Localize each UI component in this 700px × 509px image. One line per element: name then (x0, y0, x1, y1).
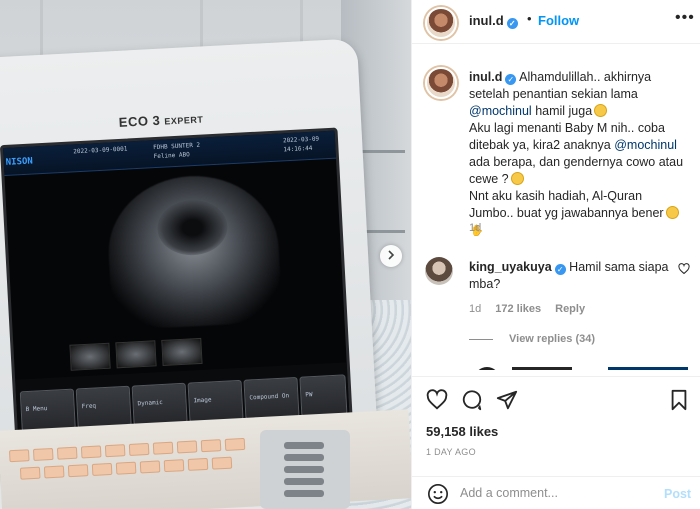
follow-button[interactable]: Follow (538, 13, 579, 28)
keyboard-key (56, 446, 78, 460)
scan-thumbnail (161, 337, 203, 366)
comment-input[interactable] (460, 486, 650, 500)
ultrasound-monitor: ECO 3 EXPERT NISON 2022-03-09-0001 FDHB S… (0, 38, 379, 478)
verified-badge-icon: ✓ (505, 74, 517, 85)
post-photo[interactable]: ECO 3 EXPERT NISON 2022-03-09-0001 FDHB S… (0, 0, 411, 509)
caption-text: hamil juga (531, 104, 593, 118)
tgc-slider (284, 466, 324, 473)
keyboard-key (115, 461, 137, 475)
softkey: Freq (75, 385, 132, 429)
next-photo-button[interactable] (380, 245, 402, 267)
tgc-slider (284, 478, 324, 485)
comment-likes[interactable]: 172 likes (495, 303, 541, 315)
keyboard-key (152, 441, 174, 455)
post-date[interactable]: 1 DAY AGO (426, 447, 476, 457)
comment-username[interactable]: king_uyakuya (469, 260, 552, 274)
softkey: B Menu (19, 388, 76, 432)
post-sidebar: inul.d ✓ • Follow ••• inul.d ✓ Alhamdulill… (411, 0, 700, 509)
softkey: Dynamic (131, 382, 188, 426)
keyboard-key (104, 444, 126, 458)
keyboard-key (43, 465, 65, 479)
monitor-brand-sub: EXPERT (164, 114, 204, 127)
keyboard-key (67, 464, 89, 478)
tgc-slider (284, 442, 324, 449)
softkey-label: Freq (81, 402, 97, 411)
share-icon[interactable] (496, 389, 518, 411)
reply-preview (512, 367, 692, 370)
keyboard-key (80, 445, 102, 459)
keyboard-key (139, 460, 161, 474)
screen-brand: NISON (5, 156, 34, 168)
action-bar (412, 376, 700, 422)
scan-thumbnail (115, 340, 157, 369)
softkey: Compound On (243, 376, 300, 420)
keyboard-key (176, 440, 198, 454)
likes-count[interactable]: 59,158 likes (426, 424, 498, 439)
post-header: inul.d ✓ • Follow ••• (412, 0, 700, 44)
caption-time[interactable]: 1d (469, 222, 481, 234)
verified-badge-icon: ✓ (506, 18, 518, 29)
keyboard-key (224, 437, 246, 451)
comment: king_uyakuya ✓ Hamil sama siapa mba? (469, 259, 674, 293)
reply-mention-line (608, 367, 688, 370)
scan-thumbnail (69, 342, 111, 371)
comment-like-icon[interactable] (678, 263, 690, 278)
caption-avatar[interactable] (425, 67, 457, 99)
reply-username-line (512, 367, 572, 370)
keyboard-key (200, 439, 222, 453)
softkey: Image (187, 379, 244, 423)
ultrasound-screen: NISON 2022-03-09-0001 FDHB SUNTER 2 Feli… (0, 127, 354, 445)
header-username[interactable]: inul.d ✓ (469, 13, 518, 29)
more-options-icon[interactable]: ••• (675, 9, 695, 27)
caption: inul.d ✓ Alhamdulillah.. akhirnya setelah… (469, 69, 687, 240)
comment-avatar[interactable] (425, 257, 453, 285)
softkey: PW (299, 374, 348, 417)
comment-meta: 1d 172 likes Reply (469, 303, 599, 315)
softkey-label: B Menu (25, 405, 48, 414)
keyboard-key (32, 447, 54, 461)
post-button[interactable]: Post (664, 487, 691, 501)
keyboard-key (211, 456, 233, 470)
grin-emoji-icon (665, 206, 679, 219)
keyboard-key (91, 462, 113, 476)
avatar[interactable] (425, 7, 457, 39)
softkey-label: Image (193, 396, 212, 405)
softkey-label: PW (305, 391, 313, 399)
softkey-label: Dynamic (137, 398, 164, 408)
keyboard-key (19, 466, 41, 480)
caption-text: Nnt aku kasih hadiah, Al-Quran Jumbo.. b… (469, 189, 664, 220)
tgc-slider (284, 490, 324, 497)
tgc-slider (284, 454, 324, 461)
keyboard-key (8, 449, 30, 463)
add-comment-bar: Post (412, 476, 700, 509)
smile-emoji-icon (594, 104, 608, 117)
softkey-label: Compound On (249, 392, 290, 402)
keyboard-key (187, 457, 209, 471)
verified-badge-icon: ✓ (554, 264, 566, 275)
comments-section: inul.d ✓ Alhamdulillah.. akhirnya setelah… (412, 45, 700, 370)
keyboard-key (128, 442, 150, 456)
separator-dot: • (527, 11, 532, 26)
caption-text: ada berapa, dan gendernya cowo atau cewe… (469, 155, 684, 186)
comment-time[interactable]: 1d (469, 303, 481, 315)
header-username-text[interactable]: inul.d (469, 13, 504, 28)
monitor-brand: ECO 3 EXPERT (118, 110, 204, 130)
bookmark-icon[interactable] (668, 389, 690, 411)
mention-link[interactable]: @mochinul (614, 138, 677, 152)
grin-emoji-icon (510, 172, 524, 185)
emoji-picker-icon[interactable] (427, 483, 449, 505)
reply-button[interactable]: Reply (555, 303, 585, 315)
heart-icon[interactable] (426, 389, 448, 411)
chevron-right-icon (386, 249, 396, 263)
comment-icon[interactable] (461, 389, 483, 411)
keyboard-key (163, 459, 185, 473)
view-replies-button[interactable]: View replies (34) (469, 333, 595, 345)
reply-avatar[interactable] (474, 367, 500, 370)
caption-username[interactable]: inul.d (469, 70, 502, 84)
mention-link[interactable]: @mochinul (469, 104, 532, 118)
monitor-brand-name: ECO 3 (118, 112, 161, 130)
tgc-sliders (260, 430, 350, 509)
